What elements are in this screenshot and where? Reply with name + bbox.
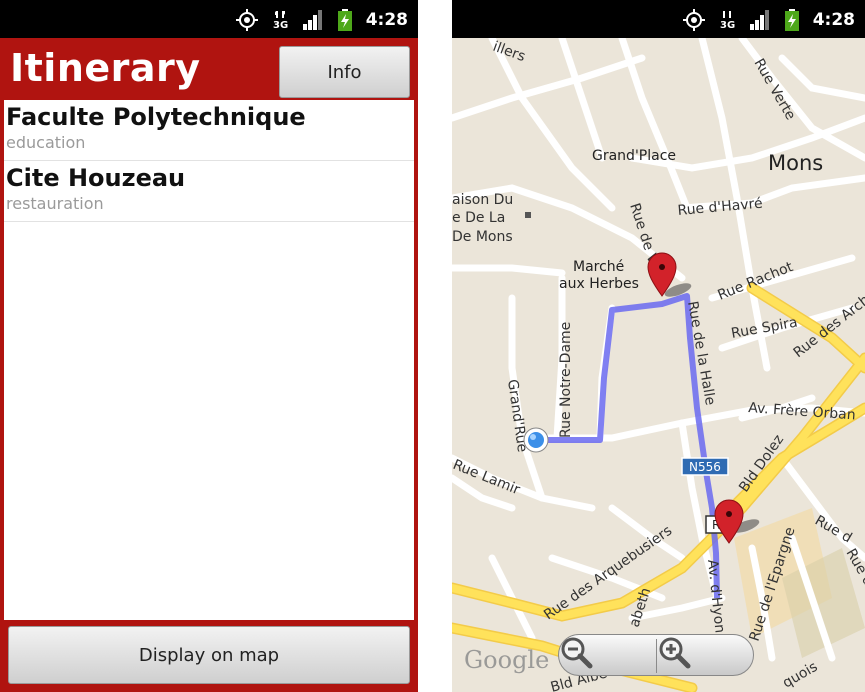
places-list: Faculte Polytechnique education Cite Hou… [4,100,414,620]
signal-icon [749,10,769,30]
svg-text:3G: 3G [273,20,288,31]
map-label-poi: aison Du [452,192,513,208]
status-time: 4:28 [812,10,855,30]
map-label-poi: De Mons [452,229,513,245]
place-name: Cite Houzeau [6,164,186,192]
status-bar: 3G 4:28 [0,0,418,38]
title-bar: Itinerary Info [0,38,418,100]
battery-charging-icon [337,9,352,31]
google-logo: Google [464,646,550,674]
place-name: Faculte Polytechnique [6,103,306,131]
svg-text:N556: N556 [689,460,721,474]
zoom-out-button[interactable] [559,635,655,675]
itinerary-app: Itinerary Info Faculte Polytechnique edu… [0,38,418,692]
gps-icon [235,9,258,31]
status-bar: 3G 4:28 [452,0,865,38]
svg-text:3G: 3G [720,20,735,31]
info-button[interactable]: Info [279,46,410,98]
status-time: 4:28 [365,10,408,30]
display-on-map-button[interactable]: Display on map [8,626,410,684]
bottom-bar: Display on map [0,620,418,692]
place-category: restauration [6,194,104,213]
map-label-poi: Marché [573,259,624,275]
zoom-in-button[interactable] [657,635,753,675]
place-category: education [6,133,86,152]
map-label-grand-place: Grand'Place [592,148,676,164]
map-label-poi: aux Herbes [559,276,639,292]
list-item[interactable]: Cite Houzeau restauration [4,161,414,222]
zoom-out-icon [561,637,593,669]
3g-icon: 3G [720,11,735,31]
list-item[interactable]: Faculte Polytechnique education [4,100,414,161]
itinerary-screen: 3G 4:28 Itinerary Info Faculte Polytechn… [0,0,418,692]
current-location-icon[interactable] [523,427,549,453]
map-view[interactable]: N556 R5 illers Grand'Place Mons Rue d'Ha… [452,38,865,692]
battery-charging-icon [784,9,799,31]
map-canvas[interactable]: N556 R5 illers Grand'Place Mons Rue d'Ha… [452,38,865,692]
map-screen: 3G 4:28 N556 illers Grand'Place Mons Rue… [452,0,865,692]
gps-icon [682,9,705,31]
map-label-poi: e De La [452,210,505,226]
map-label-street: Rue Notre-Dame [558,322,574,438]
map-label-city: Mons [768,151,823,175]
road-badge-n556: N556 [681,457,729,476]
zoom-controls [558,634,754,676]
app-title: Itinerary [10,46,201,90]
signal-icon [302,10,322,30]
3g-icon: 3G [273,11,288,31]
zoom-in-icon [659,637,691,669]
